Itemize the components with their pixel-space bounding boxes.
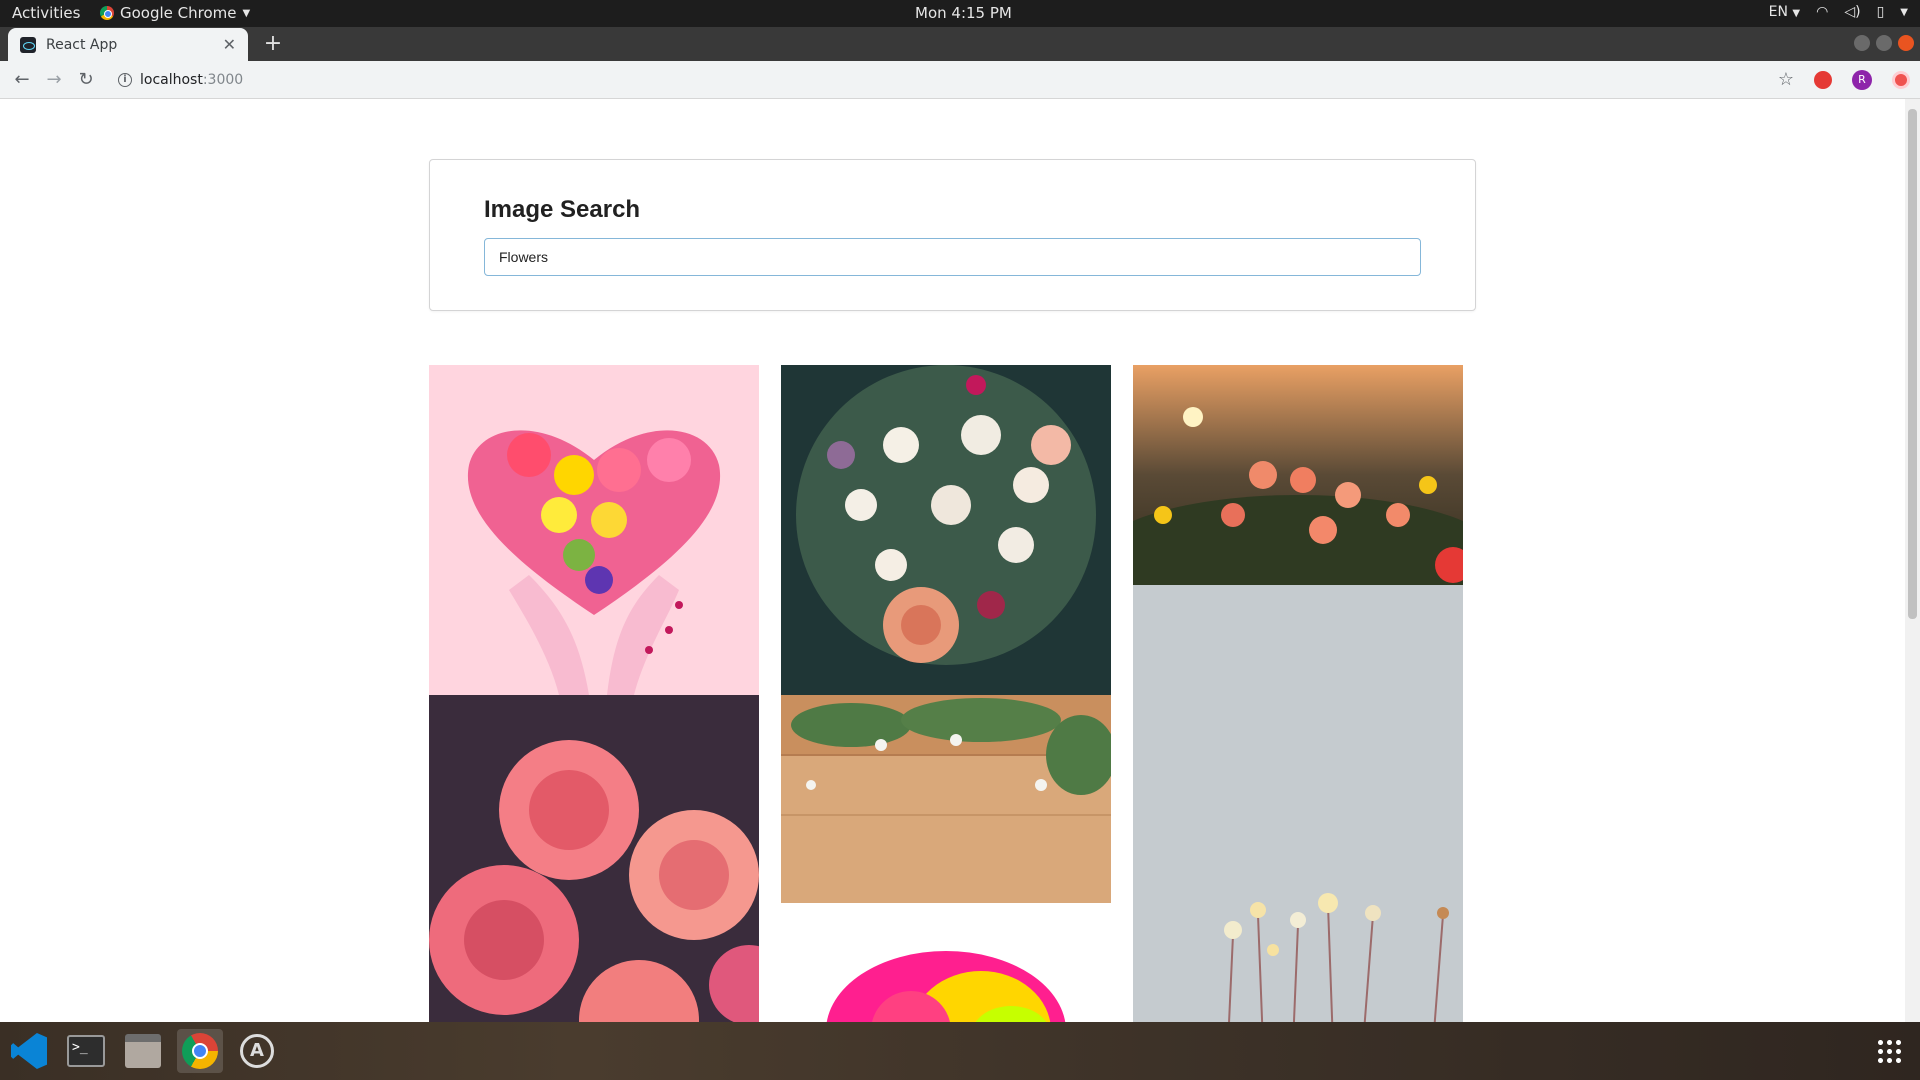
new-tab-button[interactable]: + <box>260 31 286 57</box>
extension-icon[interactable] <box>1892 71 1910 89</box>
image-mixed-bouquet[interactable] <box>781 365 1111 695</box>
chevron-down-icon: ▼ <box>242 7 251 19</box>
rainbow-dahlia-image <box>781 921 1111 1022</box>
activities-button[interactable]: Activities <box>12 4 80 22</box>
back-button[interactable]: ← <box>10 68 34 92</box>
chevron-down-icon: ▼ <box>1792 8 1801 19</box>
wildflowers-image <box>1133 585 1463 1022</box>
browser-toolbar: ← → ↻ i localhost:3000 ☆ R <box>0 61 1920 99</box>
terminal-icon: >_ <box>67 1035 105 1067</box>
minimize-button[interactable] <box>1854 35 1870 51</box>
image-wooden-table-flowers[interactable] <box>781 695 1111 903</box>
page-title: Image Search <box>484 196 641 223</box>
image-sunset-dahlias[interactable] <box>1133 365 1463 585</box>
profile-avatar[interactable]: R <box>1852 70 1872 90</box>
search-input[interactable] <box>484 238 1421 276</box>
url-port: :3000 <box>202 72 244 88</box>
dock-vscode[interactable] <box>6 1029 52 1073</box>
dock-terminal[interactable]: >_ <box>63 1029 109 1073</box>
maximize-button[interactable] <box>1876 35 1892 51</box>
dock-files[interactable] <box>120 1029 166 1073</box>
chrome-icon <box>182 1033 218 1069</box>
browser-tab[interactable]: React App ✕ <box>8 28 248 61</box>
volume-icon: ◁) <box>1844 4 1861 20</box>
dock-chrome[interactable] <box>177 1029 223 1073</box>
mixed-bouquet-image <box>781 365 1111 695</box>
taskbar-dock: >_ A <box>0 1022 1920 1080</box>
wifi-icon: ◠ <box>1816 4 1829 20</box>
image-heart-bouquet[interactable] <box>429 365 759 695</box>
tab-strip: React App ✕ + <box>0 27 1920 61</box>
wooden-table-flowers-image <box>781 695 1111 903</box>
app-menu[interactable]: Google Chrome ▼ <box>100 4 250 22</box>
keyboard-layout-indicator[interactable]: EN ▼ <box>1769 4 1800 20</box>
tab-title: React App <box>46 36 118 53</box>
address-bar[interactable]: i localhost:3000 <box>112 66 1752 94</box>
forward-button[interactable]: → <box>42 68 66 92</box>
chevron-down-icon[interactable]: ▼ <box>1900 7 1908 18</box>
image-gallery <box>429 365 1476 1022</box>
image-rainbow-dahlia[interactable] <box>781 921 1111 1022</box>
search-card: Image Search <box>429 159 1476 311</box>
window-controls <box>1854 35 1914 51</box>
page-viewport: Image Search <box>0 99 1905 1022</box>
page-scrollbar[interactable] <box>1905 99 1920 1022</box>
pink-roses-image <box>429 695 759 1022</box>
software-updater-icon: A <box>240 1034 274 1068</box>
app-menu-label: Google Chrome <box>120 4 237 22</box>
react-favicon-icon <box>20 36 36 53</box>
reload-button[interactable]: ↻ <box>74 68 98 92</box>
url-host: localhost <box>140 72 203 88</box>
close-icon[interactable]: ✕ <box>223 35 236 54</box>
info-icon[interactable]: i <box>118 73 132 87</box>
show-applications-icon[interactable] <box>1876 1038 1902 1064</box>
heart-bouquet-image <box>429 365 759 695</box>
bookmark-star-icon[interactable]: ☆ <box>1778 70 1794 90</box>
chrome-icon <box>100 6 114 20</box>
close-window-button[interactable] <box>1898 35 1914 51</box>
system-top-bar: Activities Google Chrome ▼ Mon 4:15 PM E… <box>0 0 1920 27</box>
system-tray[interactable]: EN ▼ ◠ ◁) ▯ ▼ <box>1769 4 1908 20</box>
files-icon <box>125 1034 161 1068</box>
clock[interactable]: Mon 4:15 PM <box>915 4 1012 22</box>
image-pink-roses[interactable] <box>429 695 759 1022</box>
toolbar-actions: ☆ R <box>1778 70 1910 90</box>
scrollbar-thumb[interactable] <box>1908 109 1917 619</box>
sunset-dahlias-image <box>1133 365 1463 585</box>
dock-software-updater[interactable]: A <box>234 1029 280 1073</box>
extension-icon[interactable] <box>1814 71 1832 89</box>
image-wildflowers[interactable] <box>1133 585 1463 1022</box>
vscode-icon <box>11 1033 47 1069</box>
battery-icon: ▯ <box>1876 4 1885 20</box>
